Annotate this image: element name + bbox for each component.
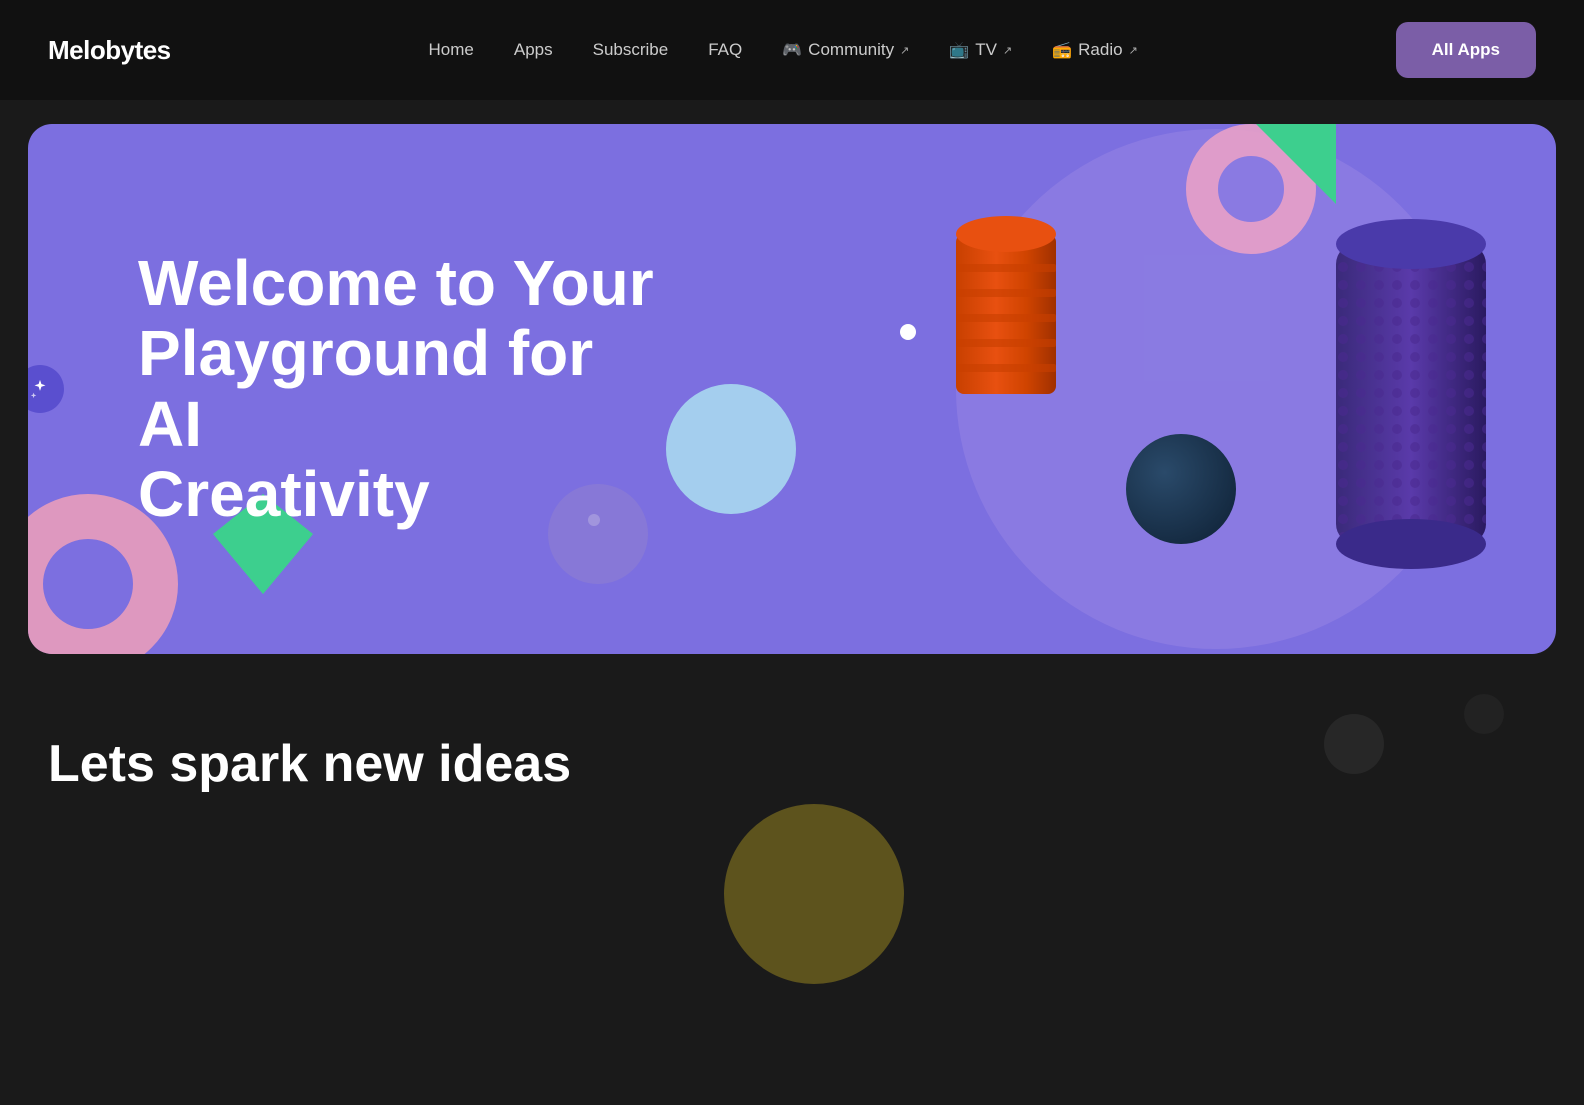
nav-subscribe[interactable]: Subscribe [593,40,669,60]
navbar: Melobytes Home Apps Subscribe FAQ 🎮 Com [0,0,1584,100]
decorative-dot-1 [900,324,916,340]
bg-circle [956,129,1476,649]
decorative-roller-purple [1316,204,1496,554]
nav-home[interactable]: Home [429,40,474,60]
bottom-section: Lets spark new ideas [0,654,1584,1004]
decorative-green-corner [1256,124,1336,204]
hero-section: Welcome to Your Playground for AI Creati… [28,124,1556,654]
external-link-icon: ↗ [1003,44,1012,57]
decorative-ball-navy [1126,434,1236,544]
external-link-icon: ↗ [1129,44,1138,57]
nav-tv[interactable]: 📺 TV ↗ [949,40,1012,60]
external-link-icon: ↗ [900,44,909,57]
all-apps-button[interactable]: All Apps [1396,22,1536,78]
hero-text-block: Welcome to Your Playground for AI Creati… [138,248,658,530]
nav-radio[interactable]: 📻 Radio ↗ [1052,40,1138,60]
spark-title: Lets spark new ideas [48,734,1536,794]
nav-apps[interactable]: Apps [514,40,553,60]
hero-title: Welcome to Your Playground for AI Creati… [138,248,658,530]
sidebar-toggle-button[interactable] [28,365,64,413]
decorative-circle-lightblue [666,384,796,514]
brand-logo[interactable]: Melobytes [48,35,171,66]
decorative-cylinder-orange [946,204,1066,404]
sparkle-icon [29,378,51,400]
decorative-circle-dark-2 [1464,694,1504,734]
decorative-circle-dark-1 [1324,714,1384,774]
decorative-circle-olive [724,804,904,984]
nav-community[interactable]: 🎮 Community ↗ [782,40,909,60]
nav-links: Home Apps Subscribe FAQ 🎮 Community ↗ [429,40,1138,60]
nav-faq[interactable]: FAQ [708,40,742,60]
